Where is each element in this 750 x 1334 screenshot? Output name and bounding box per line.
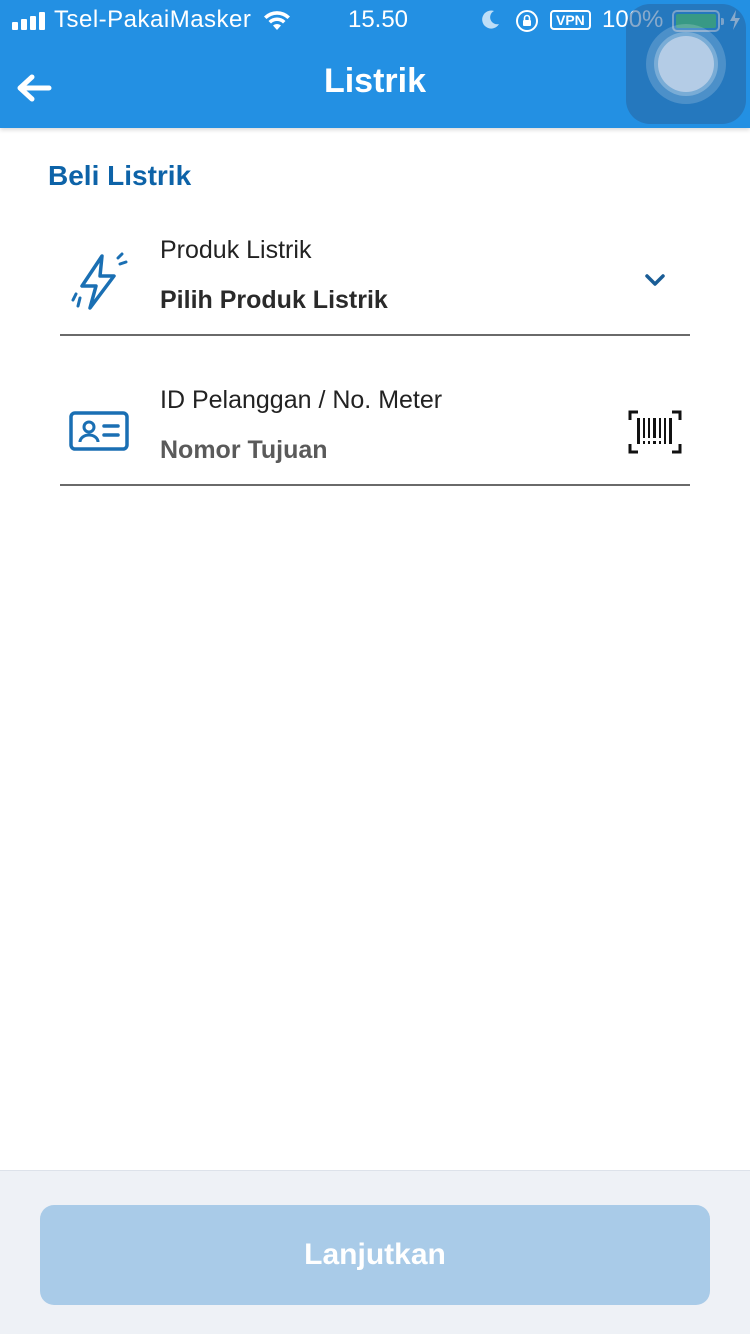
do-not-disturb-icon	[480, 8, 502, 37]
lightning-icon	[68, 250, 132, 319]
customer-id-input[interactable]: ID Pelanggan / No. Meter Nomor Tujuan	[60, 336, 690, 486]
continue-button[interactable]: Lanjutkan	[40, 1205, 710, 1305]
rotation-lock-icon	[514, 8, 540, 41]
footer-bar: Lanjutkan	[0, 1170, 750, 1334]
assistive-touch-button[interactable]	[626, 4, 746, 124]
product-field-label: Produk Listrik	[160, 236, 312, 264]
product-field-value: Pilih Produk Listrik	[160, 286, 388, 314]
customer-id-placeholder: Nomor Tujuan	[160, 436, 328, 464]
barcode-scan-icon[interactable]	[628, 410, 682, 459]
customer-id-label: ID Pelanggan / No. Meter	[160, 386, 443, 414]
chevron-down-icon	[644, 272, 666, 293]
vpn-indicator: VPN	[550, 10, 591, 30]
product-dropdown[interactable]: Produk Listrik Pilih Produk Listrik	[60, 186, 690, 336]
id-card-icon	[68, 410, 132, 461]
